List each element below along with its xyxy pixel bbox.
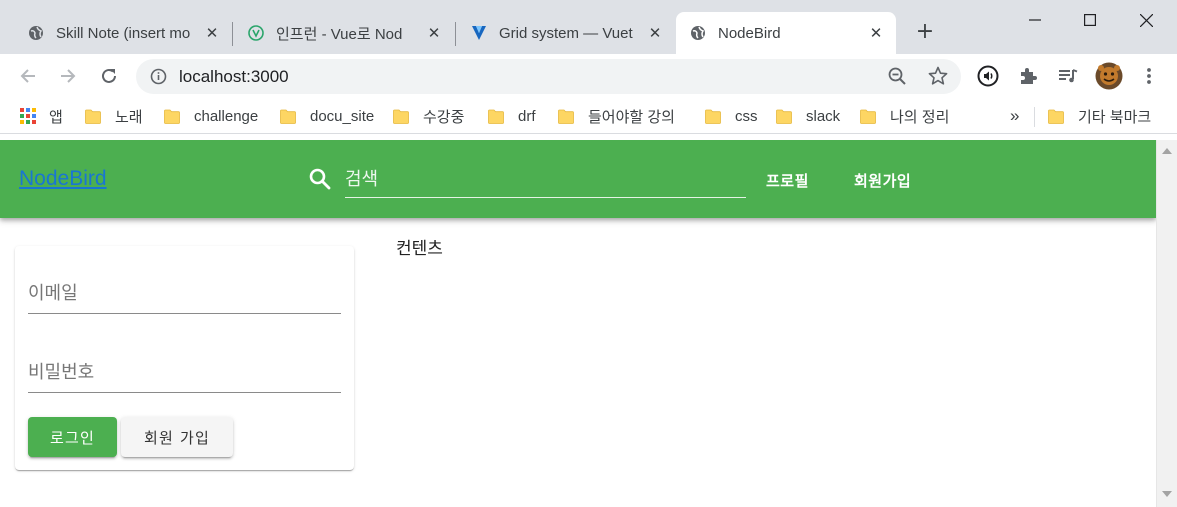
login-button[interactable]: 로그인 (28, 417, 117, 457)
inflearn-icon (248, 25, 264, 41)
address-url: localhost:3000 (179, 67, 289, 86)
bookmarks-divider (1034, 107, 1035, 127)
page-scrollbar[interactable] (1156, 140, 1177, 507)
folder-icon (558, 109, 574, 124)
scroll-up-icon[interactable] (1162, 147, 1172, 154)
close-tab-icon[interactable]: ✕ (204, 25, 220, 41)
tab-vuetify[interactable]: Grid system — Vuet ✕ (457, 12, 675, 54)
media-extension-icon[interactable] (975, 63, 1001, 89)
search-field (345, 162, 746, 198)
extensions-puzzle-icon[interactable] (1015, 63, 1041, 89)
maximize-icon[interactable] (1062, 0, 1118, 40)
bookmark-folder[interactable]: slack (776, 106, 840, 126)
close-tab-icon[interactable]: ✕ (868, 25, 884, 41)
folder-icon (1048, 109, 1064, 124)
bookmark-label: 노래 (115, 108, 143, 126)
tab-nodebird[interactable]: NodeBird ✕ (676, 12, 896, 54)
folder-icon (164, 109, 180, 124)
bookmark-label: 수강중 (423, 108, 465, 126)
tab-skill-note[interactable]: Skill Note (insert mo ✕ (14, 12, 232, 54)
bookmark-label: 앱 (49, 108, 63, 126)
bookmark-label: slack (806, 107, 841, 125)
nav-profile-button[interactable]: 프로필 (766, 170, 809, 191)
folder-icon (280, 109, 296, 124)
bookmark-folder[interactable]: challenge (164, 106, 258, 126)
password-input[interactable] (28, 353, 341, 391)
bookmark-folder[interactable]: 수강중 (393, 106, 464, 126)
tab-inflearn[interactable]: 인프런 - Vue로 Nod ✕ (234, 12, 454, 54)
browser-toolbar: localhost:3000 (0, 54, 1177, 99)
globe-icon (691, 26, 705, 40)
bookmark-folder[interactable]: css (705, 106, 758, 126)
profile-avatar[interactable] (1095, 62, 1123, 90)
tab-title: 인프런 - Vue로 Nod (276, 25, 403, 43)
folder-icon (488, 109, 504, 124)
login-card: 로그인 회원 가입 (15, 246, 354, 470)
bookmark-folder[interactable]: 나의 정리 (860, 106, 949, 126)
signup-button[interactable]: 회원 가입 (121, 417, 233, 457)
bookmark-label: 나의 정리 (890, 108, 950, 126)
bookmark-apps[interactable]: 앱 (20, 106, 63, 126)
search-input[interactable] (345, 162, 746, 196)
bookmark-label: docu_site (310, 107, 375, 125)
folder-icon (860, 109, 876, 124)
bookmark-other-folder[interactable]: 기타 북마크 (1048, 106, 1151, 126)
minimize-icon[interactable] (1007, 0, 1063, 40)
bookmark-star-icon[interactable] (928, 66, 948, 86)
bookmark-label: 기타 북마크 (1078, 108, 1152, 126)
zoom-icon[interactable] (888, 67, 907, 86)
bookmark-label: challenge (194, 107, 259, 125)
brand-link[interactable]: NodeBird (19, 167, 107, 191)
email-input[interactable] (28, 274, 341, 312)
bookmark-label: drf (518, 107, 536, 125)
vuetify-icon (472, 26, 486, 40)
close-tab-icon[interactable]: ✕ (647, 25, 663, 41)
browser-menu-icon[interactable] (1136, 63, 1162, 89)
folder-icon (776, 109, 792, 124)
scroll-down-icon[interactable] (1162, 491, 1172, 498)
bookmark-folder[interactable]: drf (488, 106, 536, 126)
bookmarks-overflow-button[interactable]: » (1010, 106, 1019, 126)
new-tab-button[interactable]: + (914, 21, 936, 44)
close-tab-icon[interactable]: ✕ (426, 25, 442, 41)
media-queue-icon[interactable] (1055, 63, 1081, 89)
bookmark-label: 들어야할 강의 (588, 108, 675, 126)
back-arrow-icon[interactable] (14, 62, 42, 90)
tab-title: Skill Note (insert mo (56, 24, 191, 42)
folder-icon (393, 109, 409, 124)
forward-arrow-icon[interactable] (54, 62, 82, 90)
nav-signup-button[interactable]: 회원가입 (854, 170, 911, 191)
bookmark-folder[interactable]: 노래 (85, 106, 143, 126)
page-viewport: NodeBird 프로필 회원가입 로그인 회원 가입 컨텐츠 (0, 140, 1156, 507)
globe-icon (29, 26, 43, 40)
bookmark-folder[interactable]: docu_site (280, 106, 374, 126)
search-icon[interactable] (308, 167, 332, 191)
app-bar: NodeBird 프로필 회원가입 (0, 140, 1156, 218)
reload-icon[interactable] (95, 62, 123, 90)
site-info-icon[interactable] (150, 68, 167, 85)
tab-title: Grid system — Vuet (499, 24, 633, 42)
content-placeholder: 컨텐츠 (396, 239, 443, 259)
password-field (28, 353, 341, 393)
bookmarks-bar: 앱 노래 challenge docu_site 수강중 drf 들어야할 강의… (0, 99, 1177, 134)
apps-grid-icon (20, 108, 36, 124)
folder-icon (85, 109, 101, 124)
bookmark-label: css (735, 107, 758, 125)
tab-separator (455, 22, 456, 46)
close-window-icon[interactable] (1118, 0, 1174, 40)
tab-separator (232, 22, 233, 46)
folder-icon (705, 109, 721, 124)
bookmark-folder[interactable]: 들어야할 강의 (558, 106, 675, 126)
tab-title: NodeBird (718, 24, 781, 42)
address-bar[interactable]: localhost:3000 (136, 59, 961, 94)
email-field (28, 274, 341, 314)
tab-strip: Skill Note (insert mo ✕ 인프런 - Vue로 Nod ✕… (0, 0, 1177, 54)
